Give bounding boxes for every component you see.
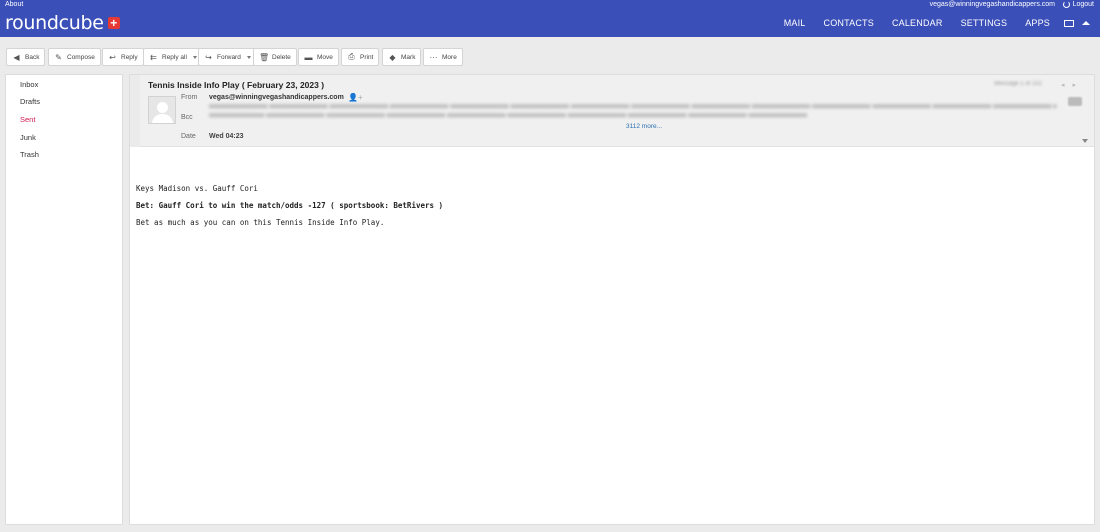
- ellipsis-icon: ···: [429, 52, 438, 62]
- header-gutter: [130, 75, 140, 147]
- folder-trash[interactable]: Trash: [20, 150, 39, 159]
- reply-all-label: Reply all: [162, 53, 187, 61]
- from-address[interactable]: vegas@winningvegashandicappers.com: [209, 94, 344, 101]
- forward-button[interactable]: ↪ Forward: [198, 48, 257, 66]
- add-contact-icon[interactable]: 👤+: [348, 93, 363, 102]
- reply-all-icon: ⇇: [150, 52, 157, 62]
- folder-move-icon: ▬: [304, 52, 313, 62]
- about-link[interactable]: About: [5, 1, 23, 8]
- nav-arrows-icon[interactable]: ◂▸: [1061, 81, 1084, 89]
- avatar-body-icon: [152, 114, 173, 123]
- body-line-matchup: Keys Madison vs. Gauff Cori: [136, 184, 258, 193]
- reply-button[interactable]: ↩ Reply: [102, 48, 144, 66]
- nav-contacts[interactable]: CONTACTS: [824, 18, 874, 28]
- back-icon: ◀: [13, 52, 20, 62]
- bcc-more-link[interactable]: 3112 more...: [626, 123, 662, 130]
- delete-button[interactable]: 🗑 Delete: [253, 48, 297, 66]
- sender-avatar: [148, 96, 176, 124]
- print-label: Print: [360, 53, 374, 61]
- dropdown-arrow-icon[interactable]: [246, 55, 251, 59]
- nav-settings[interactable]: SETTINGS: [961, 18, 1008, 28]
- chevron-down-icon[interactable]: [1082, 139, 1088, 143]
- mark-button[interactable]: ◆ Mark: [382, 48, 422, 66]
- caret-up-icon[interactable]: [1082, 21, 1090, 25]
- folder-junk[interactable]: Junk: [20, 133, 36, 142]
- logout-button[interactable]: Logout: [1062, 1, 1094, 8]
- reply-all-button[interactable]: ⇇ Reply all: [143, 48, 203, 66]
- back-button[interactable]: ◀ Back: [6, 48, 46, 66]
- bcc-label: Bcc: [181, 114, 193, 121]
- message-view: Tennis Inside Info Play ( February 23, 2…: [129, 74, 1095, 525]
- printer-icon: ⎙: [348, 52, 355, 61]
- logout-label: Logout: [1072, 1, 1094, 8]
- from-label: From: [181, 94, 198, 101]
- compose-label: Compose: [67, 53, 95, 61]
- compose-button[interactable]: ✎ Compose: [48, 48, 101, 66]
- message-counter: Message 1 of 102: [994, 81, 1042, 87]
- message-header: Tennis Inside Info Play ( February 23, 2…: [140, 75, 1094, 147]
- roundcube-logo[interactable]: roundcube +: [5, 12, 120, 34]
- body-line-note: Bet as much as you can on this Tennis In…: [136, 218, 385, 227]
- nav-calendar[interactable]: CALENDAR: [892, 18, 943, 28]
- dropdown-arrow-icon[interactable]: [192, 55, 197, 59]
- nav-mail[interactable]: MAIL: [784, 18, 806, 28]
- tag-icon: ◆: [389, 52, 396, 62]
- message-subject: Tennis Inside Info Play ( February 23, 2…: [148, 80, 325, 90]
- avatar-head-icon: [157, 102, 168, 113]
- nav-apps[interactable]: APPS: [1025, 18, 1050, 28]
- user-email: vegas@winningvegashandicappers.com: [929, 1, 1055, 8]
- folder-sent[interactable]: Sent: [20, 115, 35, 124]
- folder-inbox[interactable]: Inbox: [20, 80, 38, 89]
- forward-label: Forward: [217, 53, 241, 61]
- date-label: Date: [181, 133, 196, 140]
- monitor-icon[interactable]: [1064, 19, 1074, 27]
- folder-list: Inbox Drafts Sent Junk Trash: [5, 74, 123, 525]
- message-toolbar: ◀ Back ✎ Compose ↩ Reply ⇇ Reply all ↪ F…: [0, 45, 1100, 69]
- folder-drafts[interactable]: Drafts: [20, 97, 40, 106]
- more-label: More: [442, 53, 457, 61]
- mark-label: Mark: [401, 53, 416, 61]
- back-label: Back: [25, 53, 40, 61]
- header-menu-icon[interactable]: [1068, 97, 1082, 106]
- forward-icon: ↪: [205, 52, 212, 62]
- move-button[interactable]: ▬ Move: [298, 48, 339, 66]
- reply-label: Reply: [121, 53, 138, 61]
- delete-label: Delete: [272, 53, 291, 61]
- power-icon: [1062, 1, 1070, 8]
- main-nav: MAIL CONTACTS CALENDAR SETTINGS APPS: [766, 18, 1090, 28]
- move-label: Move: [317, 53, 333, 61]
- date-value: Wed 04:23: [209, 133, 244, 140]
- plus-icon: +: [107, 17, 120, 29]
- more-button[interactable]: ··· More: [423, 48, 463, 66]
- logo-text: roundcube: [5, 12, 104, 34]
- print-button[interactable]: ⎙ Print: [341, 48, 380, 66]
- reply-icon: ↩: [109, 52, 116, 62]
- pencil-icon: ✎: [55, 52, 62, 62]
- body-line-bet: Bet: Gauff Cori to win the match/odds -1…: [136, 201, 444, 210]
- trash-icon: 🗑: [259, 52, 270, 62]
- top-bar: About vegas@winningvegashandicappers.com…: [0, 0, 1100, 37]
